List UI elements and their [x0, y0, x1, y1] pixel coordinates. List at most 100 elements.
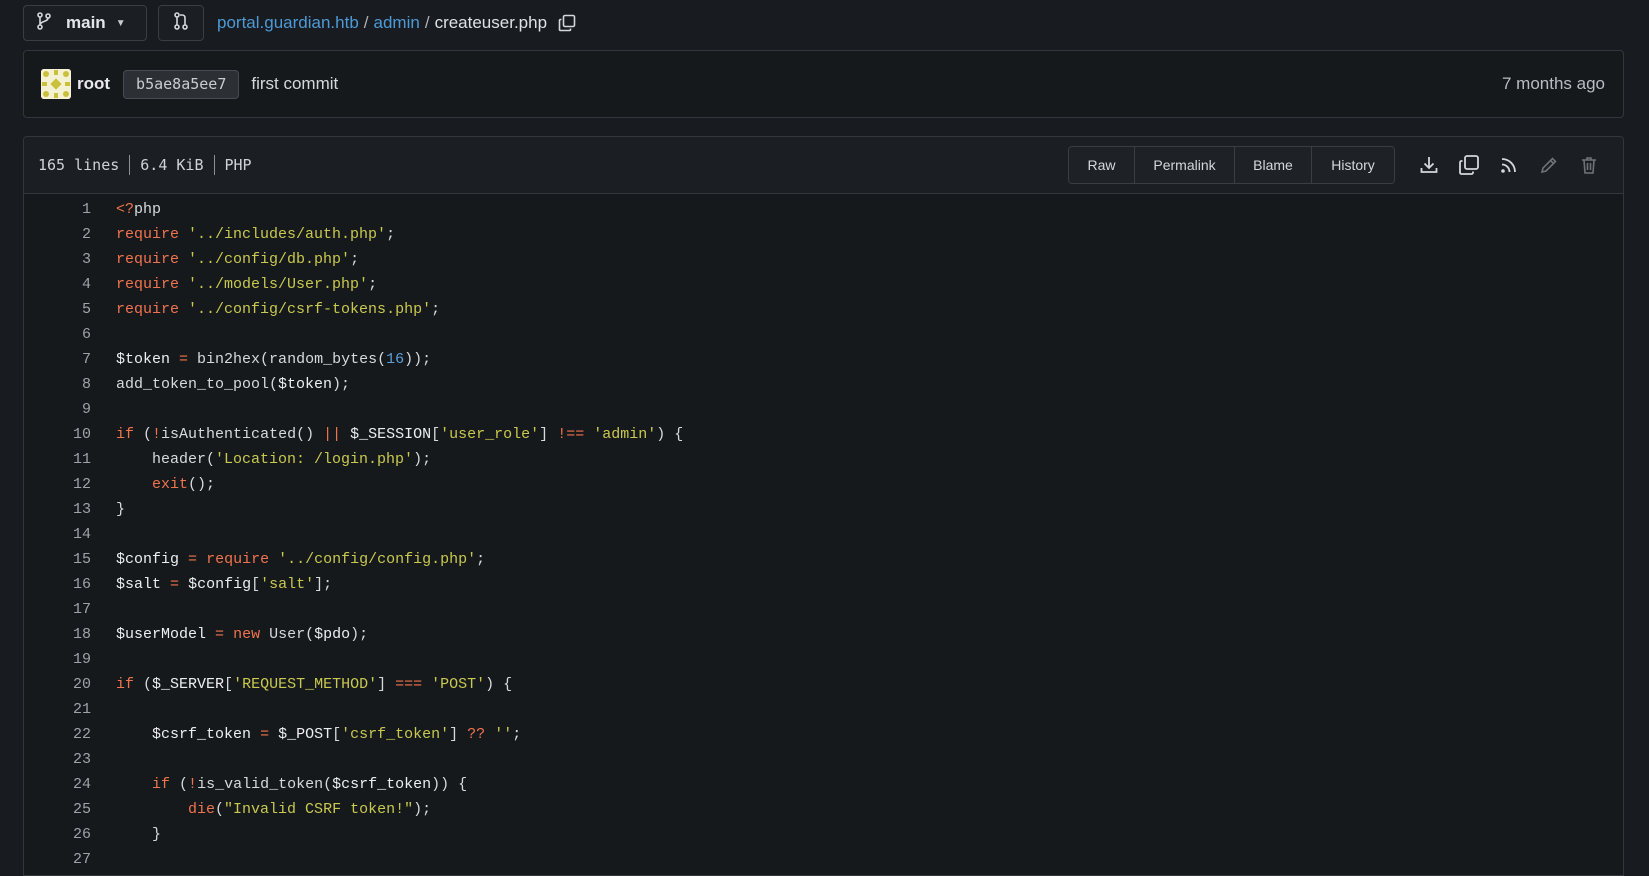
code-token: ! [188, 776, 198, 793]
code-token: 'user_role' [440, 426, 540, 443]
line-number[interactable]: 1 [24, 201, 91, 218]
branch-selector[interactable]: main ▼ [23, 5, 147, 41]
breadcrumb-dir[interactable]: admin [374, 13, 420, 33]
breadcrumb-repo[interactable]: portal.guardian.htb [217, 13, 359, 33]
code-token: ( [134, 426, 153, 443]
line-number[interactable]: 13 [24, 501, 91, 518]
code-line: 2 require '../includes/auth.php'; [24, 222, 1623, 247]
code-line: 7 $token = bin2hex(random_bytes(16)); [24, 347, 1623, 372]
commit-message[interactable]: first commit [251, 74, 338, 94]
latest-commit-bar: root b5ae8a5ee7 first commit 7 months ag… [23, 50, 1624, 118]
line-number[interactable]: 23 [24, 751, 91, 768]
code-token: $config [188, 576, 252, 593]
code-token: <? [116, 201, 135, 218]
code-token: $_SESSION [350, 426, 432, 443]
code-token: exit [152, 476, 189, 493]
code-token: ); [413, 801, 432, 818]
code-token: ( [215, 801, 225, 818]
line-number[interactable]: 17 [24, 601, 91, 618]
code-token: $_POST [278, 726, 333, 743]
line-number[interactable]: 5 [24, 301, 91, 318]
code-token: )); [404, 351, 432, 368]
code-token: [ [431, 426, 441, 443]
delete-icon[interactable] [1569, 147, 1609, 183]
code-line: 13} [24, 497, 1623, 522]
code-text: $salt = $config['salt']; [116, 576, 332, 593]
code-token: bin2hex(random_bytes( [188, 351, 387, 368]
line-number[interactable]: 19 [24, 651, 91, 668]
line-number[interactable]: 20 [24, 676, 91, 693]
code-token: ) { [485, 676, 513, 693]
code-line: 12 exit(); [24, 472, 1623, 497]
code-token: } [116, 826, 162, 843]
commit-sha[interactable]: b5ae8a5ee7 [123, 69, 240, 99]
blame-button[interactable]: Blame [1235, 147, 1312, 183]
line-number[interactable]: 22 [24, 726, 91, 743]
line-number[interactable]: 2 [24, 226, 91, 243]
line-number[interactable]: 9 [24, 401, 91, 418]
line-number[interactable]: 7 [24, 351, 91, 368]
file-language: PHP [224, 156, 252, 174]
raw-button[interactable]: Raw [1069, 147, 1135, 183]
line-number[interactable]: 14 [24, 526, 91, 543]
file-header: 165 lines 6.4 KiB PHP Raw Permalink Blam… [24, 137, 1623, 194]
line-number[interactable]: 25 [24, 801, 91, 818]
line-number[interactable]: 10 [24, 426, 91, 443]
avatar[interactable] [41, 69, 71, 99]
copy-icon[interactable] [1449, 147, 1489, 183]
file-meta: 165 lines 6.4 KiB PHP [38, 155, 252, 175]
top-bar: main ▼ portal.guardian.htb / admin / cre… [23, 4, 576, 42]
line-number[interactable]: 15 [24, 551, 91, 568]
download-icon[interactable] [1409, 147, 1449, 183]
rss-icon[interactable] [1489, 147, 1529, 183]
code-token: require [116, 226, 180, 243]
edit-icon[interactable] [1529, 147, 1569, 183]
line-number[interactable]: 4 [24, 276, 91, 293]
code-text: $csrf_token = $_POST['csrf_token'] ?? ''… [116, 726, 521, 743]
code-token: '../models/User.php' [188, 276, 369, 293]
copy-path-icon[interactable] [558, 14, 576, 32]
code-token: php [134, 201, 162, 218]
history-button[interactable]: History [1312, 147, 1394, 183]
line-number[interactable]: 11 [24, 451, 91, 468]
compare-button[interactable] [158, 5, 204, 41]
pull-request-icon [173, 11, 189, 35]
code-text: $userModel = new User($pdo); [116, 626, 368, 643]
code-token: 'POST' [431, 676, 486, 693]
code-token: '../includes/auth.php' [188, 226, 387, 243]
line-number[interactable]: 12 [24, 476, 91, 493]
code-token: ( [170, 776, 189, 793]
line-number[interactable]: 21 [24, 701, 91, 718]
line-number[interactable]: 16 [24, 576, 91, 593]
line-number[interactable]: 3 [24, 251, 91, 268]
file-actions: Raw Permalink Blame History [1068, 146, 1395, 184]
code-token: 'REQUEST_METHOD' [233, 676, 378, 693]
commit-author[interactable]: root [77, 74, 110, 94]
code-token: 'Location: /login.php' [215, 451, 414, 468]
code-token: require [116, 251, 180, 268]
code-line: 18 $userModel = new User($pdo); [24, 622, 1623, 647]
line-number[interactable]: 26 [24, 826, 91, 843]
code-token: ) { [656, 426, 684, 443]
line-number[interactable]: 24 [24, 776, 91, 793]
commit-time: 7 months ago [1501, 74, 1605, 93]
divider [213, 155, 215, 175]
line-number[interactable]: 18 [24, 626, 91, 643]
code-line: 22 $csrf_token = $_POST['csrf_token'] ??… [24, 722, 1623, 747]
code-token: $salt [116, 576, 162, 593]
line-number[interactable]: 8 [24, 376, 91, 393]
code-line: 27 [24, 847, 1623, 872]
line-number[interactable]: 6 [24, 326, 91, 343]
permalink-button[interactable]: Permalink [1135, 147, 1235, 183]
